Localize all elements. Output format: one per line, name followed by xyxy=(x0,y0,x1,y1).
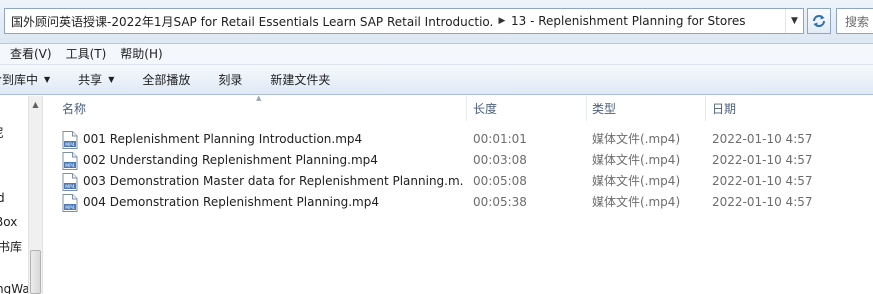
file-length: 00:05:38 xyxy=(473,195,527,209)
search-placeholder: 搜索 xyxy=(845,14,870,29)
scroll-up-arrow-icon[interactable]: ▲ xyxy=(29,96,42,113)
mp4-file-icon: MP4 xyxy=(62,194,78,212)
address-bar-row: 国外顾问英语授课-2022年1月SAP for Retail Essential… xyxy=(0,0,873,44)
file-date: 2022-01-10 4:57 xyxy=(712,174,813,188)
breadcrumb-separator-icon[interactable]: ▶ xyxy=(493,16,511,26)
mp4-file-icon: MP4 xyxy=(62,173,78,191)
share-label: 共享 xyxy=(78,72,103,87)
play-all-button[interactable]: 全部播放 xyxy=(128,65,204,95)
file-row[interactable]: MP4 004 Demonstration Replenishment Plan… xyxy=(44,192,873,213)
svg-text:MP4: MP4 xyxy=(65,163,75,169)
address-history-dropdown-icon[interactable]: ▼ xyxy=(785,9,803,33)
file-name: 002 Understanding Replenishment Planning… xyxy=(83,153,378,167)
file-type: 媒体文件(.mp4) xyxy=(592,132,681,146)
column-header-type[interactable]: 类型 xyxy=(592,96,706,121)
file-row[interactable]: MP4 003 Demonstration Master data for Re… xyxy=(44,171,873,192)
file-row[interactable]: MP4 001 Replenishment Planning Introduct… xyxy=(44,129,873,150)
include-in-library-button[interactable]: 含到库中 ▼ xyxy=(0,65,64,95)
menu-help[interactable]: 帮助(H) xyxy=(113,44,169,65)
file-date: 2022-01-10 4:57 xyxy=(712,195,813,209)
svg-text:MP4: MP4 xyxy=(65,184,75,190)
menu-tools[interactable]: 工具(T) xyxy=(59,44,114,65)
new-folder-button[interactable]: 新建文件夹 xyxy=(256,65,344,95)
refresh-icon xyxy=(813,15,825,27)
include-in-library-label: 含到库中 xyxy=(0,72,39,87)
refresh-button[interactable] xyxy=(807,8,831,34)
nav-item[interactable]: 书库 xyxy=(0,238,22,255)
menu-view[interactable]: 查看(V) xyxy=(0,44,59,65)
svg-text:MP4: MP4 xyxy=(65,142,75,148)
nav-item[interactable]: d xyxy=(0,191,5,205)
file-date: 2022-01-10 4:57 xyxy=(712,132,813,146)
column-header-name[interactable]: 名称 xyxy=(62,96,467,121)
navigation-pane: 尼 d Box 书库 ngWa xyxy=(0,96,28,294)
file-length: 00:05:08 xyxy=(473,174,527,188)
nav-item[interactable]: ngWa xyxy=(0,282,28,294)
mp4-file-icon: MP4 xyxy=(62,131,78,149)
file-name: 003 Demonstration Master data for Replen… xyxy=(83,174,463,188)
breadcrumb-current-folder[interactable]: 13 - Replenishment Planning for Stores xyxy=(511,14,785,28)
mp4-file-icon: MP4 xyxy=(62,152,78,170)
file-name: 001 Replenishment Planning Introduction.… xyxy=(83,132,363,146)
command-toolbar: 含到库中 ▼ 共享 ▼ 全部播放 刻录 新建文件夹 xyxy=(0,65,873,95)
file-length: 00:03:08 xyxy=(473,153,527,167)
share-button[interactable]: 共享 ▼ xyxy=(64,65,128,95)
file-date: 2022-01-10 4:57 xyxy=(712,153,813,167)
file-name: 004 Demonstration Replenishment Planning… xyxy=(83,195,379,209)
file-type: 媒体文件(.mp4) xyxy=(592,195,681,209)
breadcrumb-parent-folder[interactable]: 国外顾问英语授课-2022年1月SAP for Retail Essential… xyxy=(5,13,493,30)
file-type: 媒体文件(.mp4) xyxy=(592,174,681,188)
nav-item[interactable]: Box xyxy=(0,215,17,229)
burn-button[interactable]: 刻录 xyxy=(204,65,256,95)
svg-text:MP4: MP4 xyxy=(65,205,75,211)
column-header-row: ▲ 名称 长度 类型 日期 xyxy=(44,94,873,121)
chevron-down-icon: ▼ xyxy=(44,74,51,84)
file-length: 00:01:01 xyxy=(473,132,527,146)
nav-item[interactable]: 尼 xyxy=(0,124,4,141)
scrollbar-thumb[interactable] xyxy=(30,250,41,294)
search-input[interactable]: 搜索 xyxy=(836,8,873,34)
column-header-date[interactable]: 日期 xyxy=(712,96,872,121)
menu-bar: 查看(V) 工具(T) 帮助(H) xyxy=(0,44,873,65)
file-row[interactable]: MP4 002 Understanding Replenishment Plan… xyxy=(44,150,873,171)
navigation-scrollbar[interactable]: ▲ xyxy=(28,96,43,294)
address-bar[interactable]: 国外顾问英语授课-2022年1月SAP for Retail Essential… xyxy=(4,8,804,34)
chevron-down-icon: ▼ xyxy=(108,74,115,84)
column-header-length[interactable]: 长度 xyxy=(473,96,587,121)
file-type: 媒体文件(.mp4) xyxy=(592,153,681,167)
